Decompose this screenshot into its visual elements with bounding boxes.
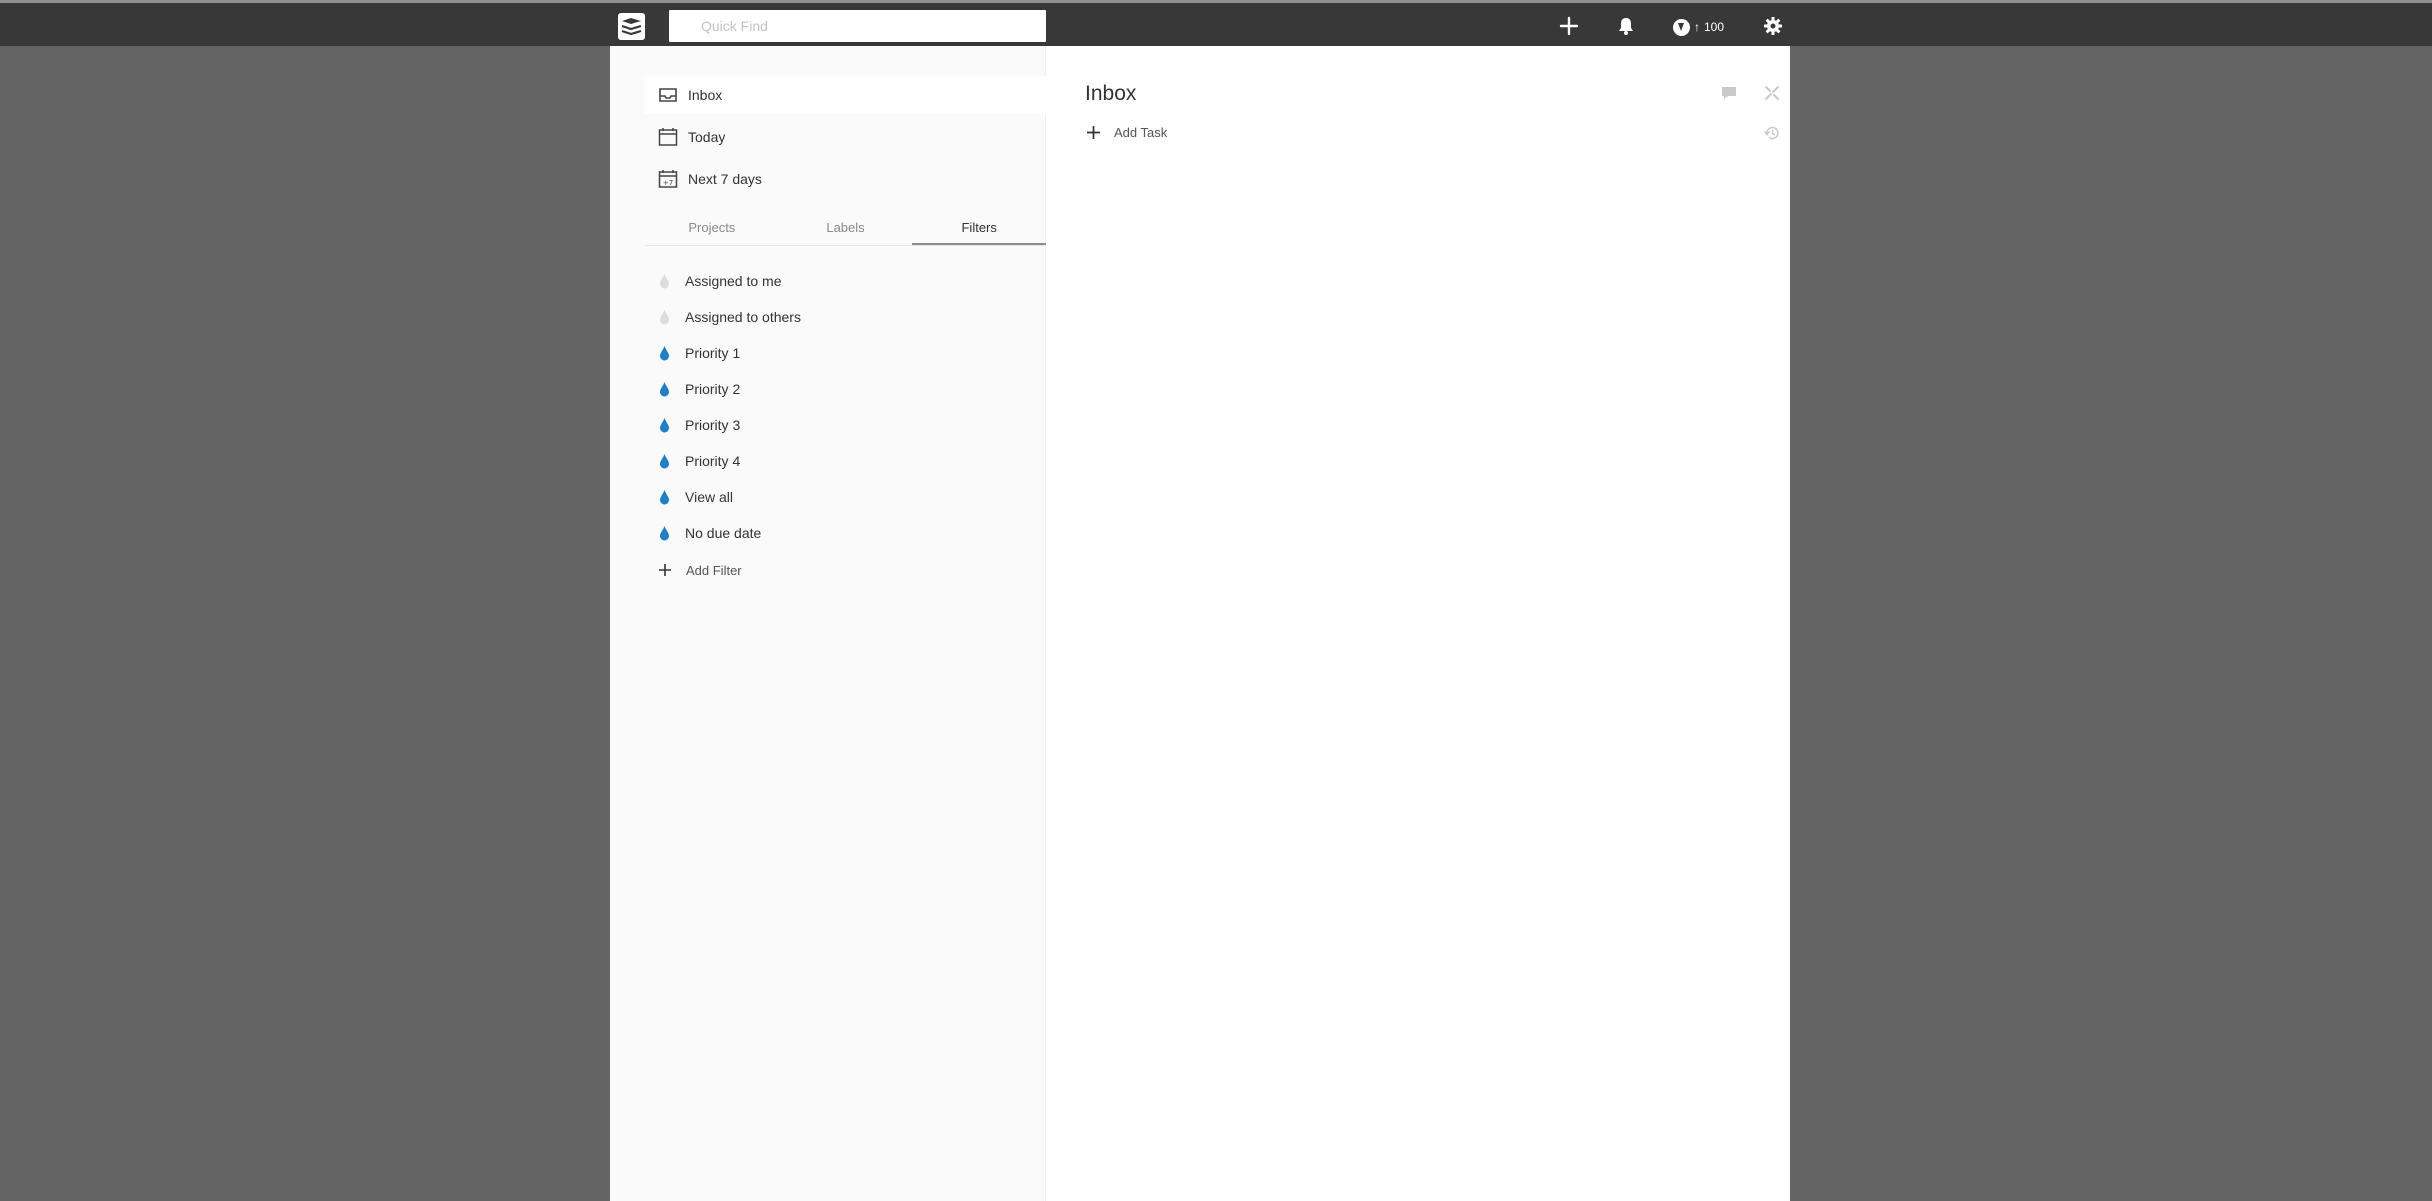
app-panel: Inbox Today +7 Next 7 days Projects Labe… bbox=[610, 46, 1790, 1201]
filter-label: Priority 3 bbox=[685, 417, 741, 433]
add-filter-label: Add Filter bbox=[686, 562, 742, 578]
filter-item[interactable]: Priority 4 bbox=[645, 446, 1046, 476]
tab-filters[interactable]: Filters bbox=[912, 216, 1047, 245]
filter-item[interactable]: Priority 2 bbox=[645, 374, 1046, 404]
filter-item[interactable]: Priority 1 bbox=[645, 338, 1046, 368]
nav-next-7-days[interactable]: +7 Next 7 days bbox=[645, 160, 1046, 198]
add-task-label: Add Task bbox=[1114, 124, 1168, 140]
calendar-badge: +7 bbox=[663, 179, 673, 187]
todoist-logo-icon[interactable] bbox=[618, 13, 645, 40]
droplet-icon bbox=[659, 381, 670, 397]
tab-labels[interactable]: Labels bbox=[779, 216, 913, 245]
sidebar: Inbox Today +7 Next 7 days Projects Labe… bbox=[610, 46, 1047, 1201]
karma-indicator[interactable]: ↑ 100 bbox=[1673, 17, 1724, 37]
droplet-icon bbox=[659, 417, 670, 433]
sidebar-tabs: Projects Labels Filters bbox=[645, 216, 1047, 246]
quick-find-input[interactable] bbox=[669, 10, 1046, 42]
droplet-icon bbox=[659, 345, 670, 361]
add-task-button[interactable]: Add Task bbox=[1087, 120, 1167, 144]
settings-gear-icon[interactable] bbox=[1762, 15, 1784, 37]
filter-item[interactable]: Assigned to me bbox=[645, 266, 1046, 296]
filter-label: Assigned to me bbox=[685, 273, 782, 289]
filter-item[interactable]: Assigned to others bbox=[645, 302, 1046, 332]
calendar-icon bbox=[657, 126, 679, 148]
nav-today-label: Today bbox=[688, 129, 726, 145]
plus-icon bbox=[659, 564, 671, 576]
nav-inbox-label: Inbox bbox=[688, 87, 723, 103]
nav-today[interactable]: Today bbox=[645, 118, 1046, 156]
karma-arrow: ↑ bbox=[1694, 20, 1700, 34]
droplet-icon bbox=[659, 273, 670, 289]
notifications-bell-icon[interactable] bbox=[1615, 15, 1637, 37]
karma-badge-icon bbox=[1673, 18, 1690, 36]
filter-label: Priority 2 bbox=[685, 381, 741, 397]
add-filter-button[interactable]: Add Filter bbox=[645, 554, 742, 586]
droplet-icon bbox=[659, 489, 670, 505]
droplet-icon bbox=[659, 525, 670, 541]
comment-icon[interactable] bbox=[1720, 84, 1738, 102]
filter-label: View all bbox=[685, 489, 733, 505]
nav-inbox[interactable]: Inbox bbox=[645, 76, 1046, 114]
inbox-icon bbox=[657, 84, 679, 106]
filter-label: Priority 4 bbox=[685, 453, 741, 469]
tab-projects[interactable]: Projects bbox=[645, 216, 779, 245]
page-title: Inbox bbox=[1085, 82, 1137, 105]
nav-next-7-days-label: Next 7 days bbox=[688, 171, 762, 187]
plus-icon bbox=[1087, 125, 1100, 139]
top-bar: ↑ 100 bbox=[0, 0, 2432, 46]
filter-label: Assigned to others bbox=[685, 309, 801, 325]
history-icon[interactable] bbox=[1763, 124, 1781, 142]
add-task-plus-icon[interactable] bbox=[1558, 15, 1580, 37]
filter-item[interactable]: No due date bbox=[645, 518, 1046, 548]
filter-item[interactable]: View all bbox=[645, 482, 1046, 512]
filter-item[interactable]: Priority 3 bbox=[645, 410, 1046, 440]
droplet-icon bbox=[659, 309, 670, 325]
droplet-icon bbox=[659, 453, 670, 469]
karma-points: 100 bbox=[1704, 20, 1725, 34]
calendar-plus7-icon: +7 bbox=[657, 168, 679, 190]
collaborators-icon[interactable] bbox=[1763, 84, 1781, 102]
filter-label: No due date bbox=[685, 525, 762, 541]
filter-label: Priority 1 bbox=[685, 345, 741, 361]
